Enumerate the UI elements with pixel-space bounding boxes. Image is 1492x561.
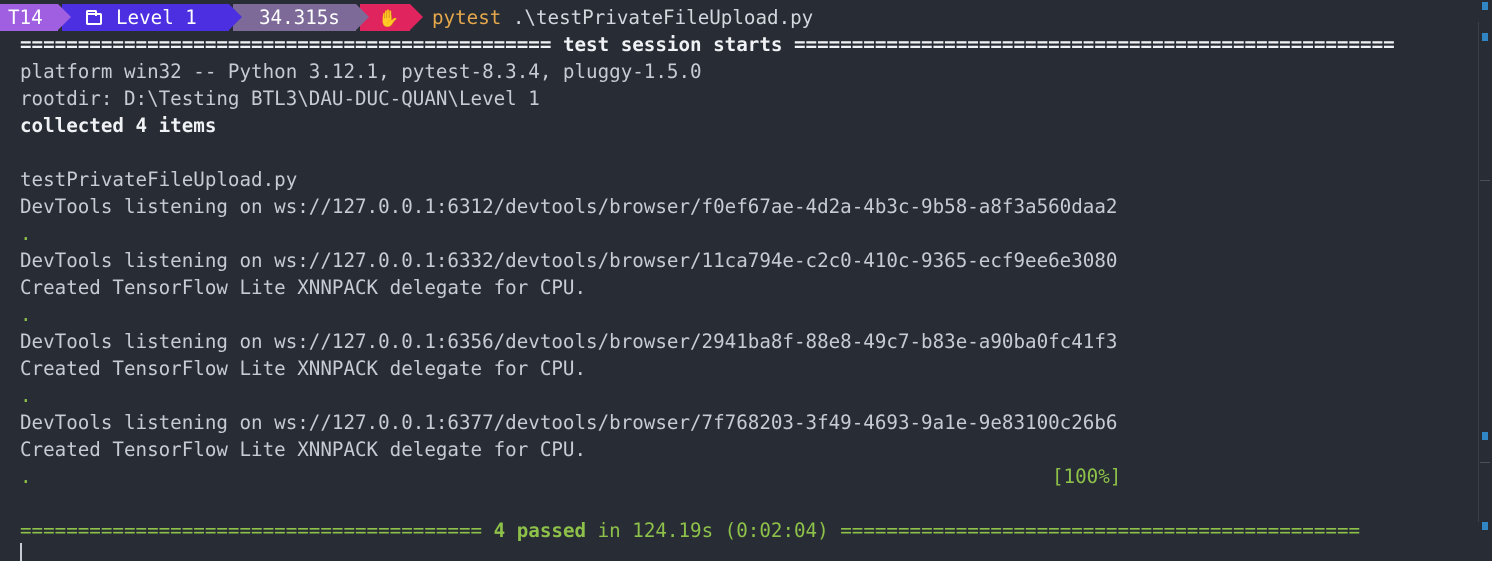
prompt-duration-segment: 34.315s bbox=[233, 4, 369, 31]
summary-duration: in 124.19s (0:02:04) bbox=[586, 519, 841, 542]
devtools-line: DevTools listening on ws://127.0.0.1:631… bbox=[20, 195, 1118, 218]
session-header-right-rule: ========================================… bbox=[782, 33, 1395, 56]
test-pass-dot: . bbox=[20, 384, 32, 407]
test-pass-dot: . bbox=[20, 465, 32, 488]
session-header-title: test session starts bbox=[562, 33, 783, 56]
tflite-line: Created TensorFlow Lite XNNPACK delegate… bbox=[20, 357, 587, 380]
prompt-shell-label: T14 bbox=[8, 6, 43, 29]
summary-passed-count: 4 passed bbox=[493, 519, 587, 542]
scroll-marker bbox=[1482, 2, 1488, 10]
command-name: pytest bbox=[432, 6, 502, 29]
test-file-line: testPrivateFileUpload.py bbox=[20, 168, 298, 191]
progress-percent: [100%] bbox=[1052, 465, 1122, 488]
command-line[interactable]: pytest .\testPrivateFileUpload.py bbox=[432, 6, 813, 29]
stop-hand-icon: ✋ bbox=[378, 9, 400, 29]
tflite-line: Created TensorFlow Lite XNNPACK delegate… bbox=[20, 276, 587, 299]
devtools-line: DevTools listening on ws://127.0.0.1:637… bbox=[20, 411, 1118, 434]
summary-right-rule: ========================================… bbox=[840, 519, 1361, 542]
command-argument: .\testPrivateFileUpload.py bbox=[512, 6, 814, 29]
prompt-directory-segment: Level 1 bbox=[62, 4, 242, 31]
prompt-duration-label: 34.315s bbox=[259, 6, 340, 29]
shell-prompt: T14 Level 1 34.315s ✋ pytest .\testPriva… bbox=[0, 4, 813, 31]
collected-line: collected 4 items bbox=[20, 114, 217, 137]
scroll-marker bbox=[1482, 432, 1488, 440]
scroll-divider-line bbox=[1480, 462, 1490, 463]
rootdir-line: rootdir: D:\Testing BTL3\DAU-DUC-QUAN\Le… bbox=[20, 87, 540, 110]
devtools-line: DevTools listening on ws://127.0.0.1:635… bbox=[20, 330, 1118, 353]
text-cursor bbox=[20, 543, 22, 561]
terminal-window[interactable]: T14 Level 1 34.315s ✋ pytest .\testPriva… bbox=[0, 0, 1492, 561]
scrollbar[interactable] bbox=[1478, 0, 1492, 561]
prompt-directory-label: Level 1 bbox=[116, 6, 197, 29]
scrollbar-track bbox=[1478, 22, 1479, 522]
scroll-marker bbox=[1482, 522, 1488, 530]
summary-line: ========================================… bbox=[20, 517, 1360, 544]
test-pass-dot: . bbox=[20, 303, 32, 326]
scroll-divider-line bbox=[1480, 180, 1490, 181]
folder-icon bbox=[86, 10, 102, 25]
scroll-marker bbox=[1482, 33, 1488, 41]
test-pass-dot: . bbox=[20, 222, 32, 245]
tflite-line: Created TensorFlow Lite XNNPACK delegate… bbox=[20, 438, 587, 461]
session-header-left-rule: ========================================… bbox=[20, 33, 563, 56]
summary-left-rule: ======================================== bbox=[20, 519, 494, 542]
prompt-shell-segment: T14 bbox=[0, 4, 71, 31]
platform-line: platform win32 -- Python 3.12.1, pytest-… bbox=[20, 60, 702, 83]
session-header: ========================================… bbox=[20, 31, 1395, 58]
devtools-line: DevTools listening on ws://127.0.0.1:633… bbox=[20, 249, 1118, 272]
